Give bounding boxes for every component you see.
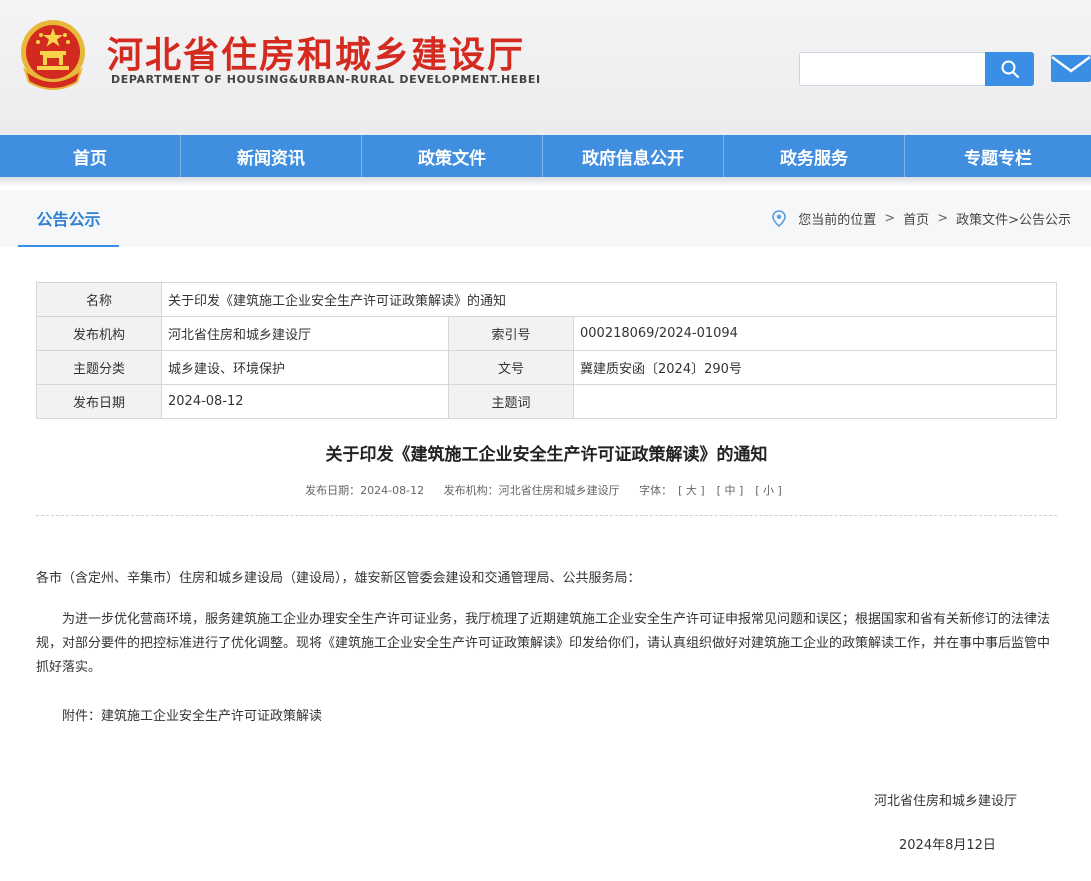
font-size-large-button[interactable]: [ 大 ]: [678, 484, 705, 497]
font-size-label: 字体：: [639, 484, 673, 497]
article-salutation: 各市（含定州、辛集市）住房和城乡建设局（建设局），雄安新区管委会建设和交通管理局…: [36, 571, 641, 586]
meta-value-index: 000218069/2024-01094: [573, 316, 1057, 351]
article-paragraph: 为进一步优化营商环境，服务建筑施工企业办理安全生产许可证业务，我厅梳理了近期建筑…: [36, 612, 1051, 675]
section-bar: 公告公示 您当前的位置 > 首页 > 政策文件>公告公示: [0, 190, 1091, 247]
search-button[interactable]: [985, 52, 1034, 86]
article-title: 关于印发《建筑施工企业安全生产许可证政策解读》的通知: [325, 445, 768, 465]
breadcrumb-separator: >: [937, 211, 949, 226]
meta-value-date: 2024-08-12: [161, 384, 449, 419]
location-pin-icon: [772, 210, 787, 227]
breadcrumb: 您当前的位置 > 首页 > 政策文件>公告公示: [772, 190, 1071, 247]
main-nav: 首页 新闻资讯 政策文件 政府信息公开 政务服务 专题专栏: [0, 135, 1091, 177]
nav-item-gov-info[interactable]: 政府信息公开: [543, 135, 724, 177]
national-emblem-icon[interactable]: [19, 18, 87, 90]
meta-value-keyword: [573, 384, 1057, 419]
site-header: 河北省住房和城乡建设厅 DEPARTMENT OF HOUSING&URBAN-…: [0, 0, 1091, 135]
article-date: 2024年8月12日: [899, 838, 996, 853]
font-size-medium-button[interactable]: [ 中 ]: [717, 484, 744, 497]
article-meta: 发布日期：2024-08-12 发布机构：河北省住房和城乡建设厅 字体： [ 大 …: [36, 482, 1057, 498]
meta-value-docno: 冀建质安函〔2024〕290号: [573, 350, 1057, 385]
meta-value-name: 关于印发《建筑施工企业安全生产许可证政策解读》的通知: [161, 282, 1057, 317]
breadcrumb-separator: >: [884, 211, 896, 226]
nav-shadow: [0, 177, 1091, 187]
font-size-small-button[interactable]: [ 小 ]: [755, 484, 782, 497]
breadcrumb-prefix: 您当前的位置: [798, 213, 877, 228]
table-row: 主题分类 城乡建设、环境保护 文号 冀建质安函〔2024〕290号: [36, 350, 1057, 385]
site-subtitle: DEPARTMENT OF HOUSING&URBAN-RURAL DEVELO…: [111, 73, 541, 86]
document-meta-table: 名称 关于印发《建筑施工企业安全生产许可证政策解读》的通知 发布机构 河北省住房…: [36, 282, 1057, 419]
meta-value-issuer: 河北省住房和城乡建设厅: [161, 316, 449, 351]
meta-label-name: 名称: [36, 282, 162, 317]
nav-item-home[interactable]: 首页: [0, 135, 181, 177]
search-input[interactable]: [799, 52, 985, 86]
table-row: 发布日期 2024-08-12 主题词: [36, 384, 1057, 419]
breadcrumb-home-link[interactable]: 首页: [903, 209, 929, 228]
meta-value-topic: 城乡建设、环境保护: [161, 350, 449, 385]
article-divider: [36, 515, 1057, 516]
meta-label-date: 发布日期: [36, 384, 162, 419]
search-icon: [1001, 60, 1019, 79]
nav-item-services[interactable]: 政务服务: [724, 135, 905, 177]
meta-label-topic: 主题分类: [36, 350, 162, 385]
meta-label-issuer: 发布机构: [36, 316, 162, 351]
meta-label-index: 索引号: [448, 316, 574, 351]
meta-label-keyword: 主题词: [448, 384, 574, 419]
table-row: 名称 关于印发《建筑施工企业安全生产许可证政策解读》的通知: [36, 282, 1057, 317]
meta-label-docno: 文号: [448, 350, 574, 385]
table-row: 发布机构 河北省住房和城乡建设厅 索引号 000218069/2024-0109…: [36, 316, 1057, 351]
article-attachment: 附件：建筑施工企业安全生产许可证政策解读: [62, 709, 323, 724]
section-title[interactable]: 公告公示: [18, 190, 119, 247]
breadcrumb-current-link[interactable]: 政策文件>公告公示: [956, 209, 1071, 228]
site-title: 河北省住房和城乡建设厅: [107, 35, 526, 76]
article-pub-org: 发布机构：河北省住房和城乡建设厅: [443, 484, 620, 497]
article-pub-date: 发布日期：2024-08-12: [305, 484, 425, 497]
nav-item-news[interactable]: 新闻资讯: [181, 135, 362, 177]
article-signature: 河北省住房和城乡建设厅: [874, 794, 1018, 809]
mail-icon[interactable]: [1049, 52, 1091, 84]
nav-item-policy[interactable]: 政策文件: [362, 135, 543, 177]
nav-item-topics[interactable]: 专题专栏: [905, 135, 1091, 177]
